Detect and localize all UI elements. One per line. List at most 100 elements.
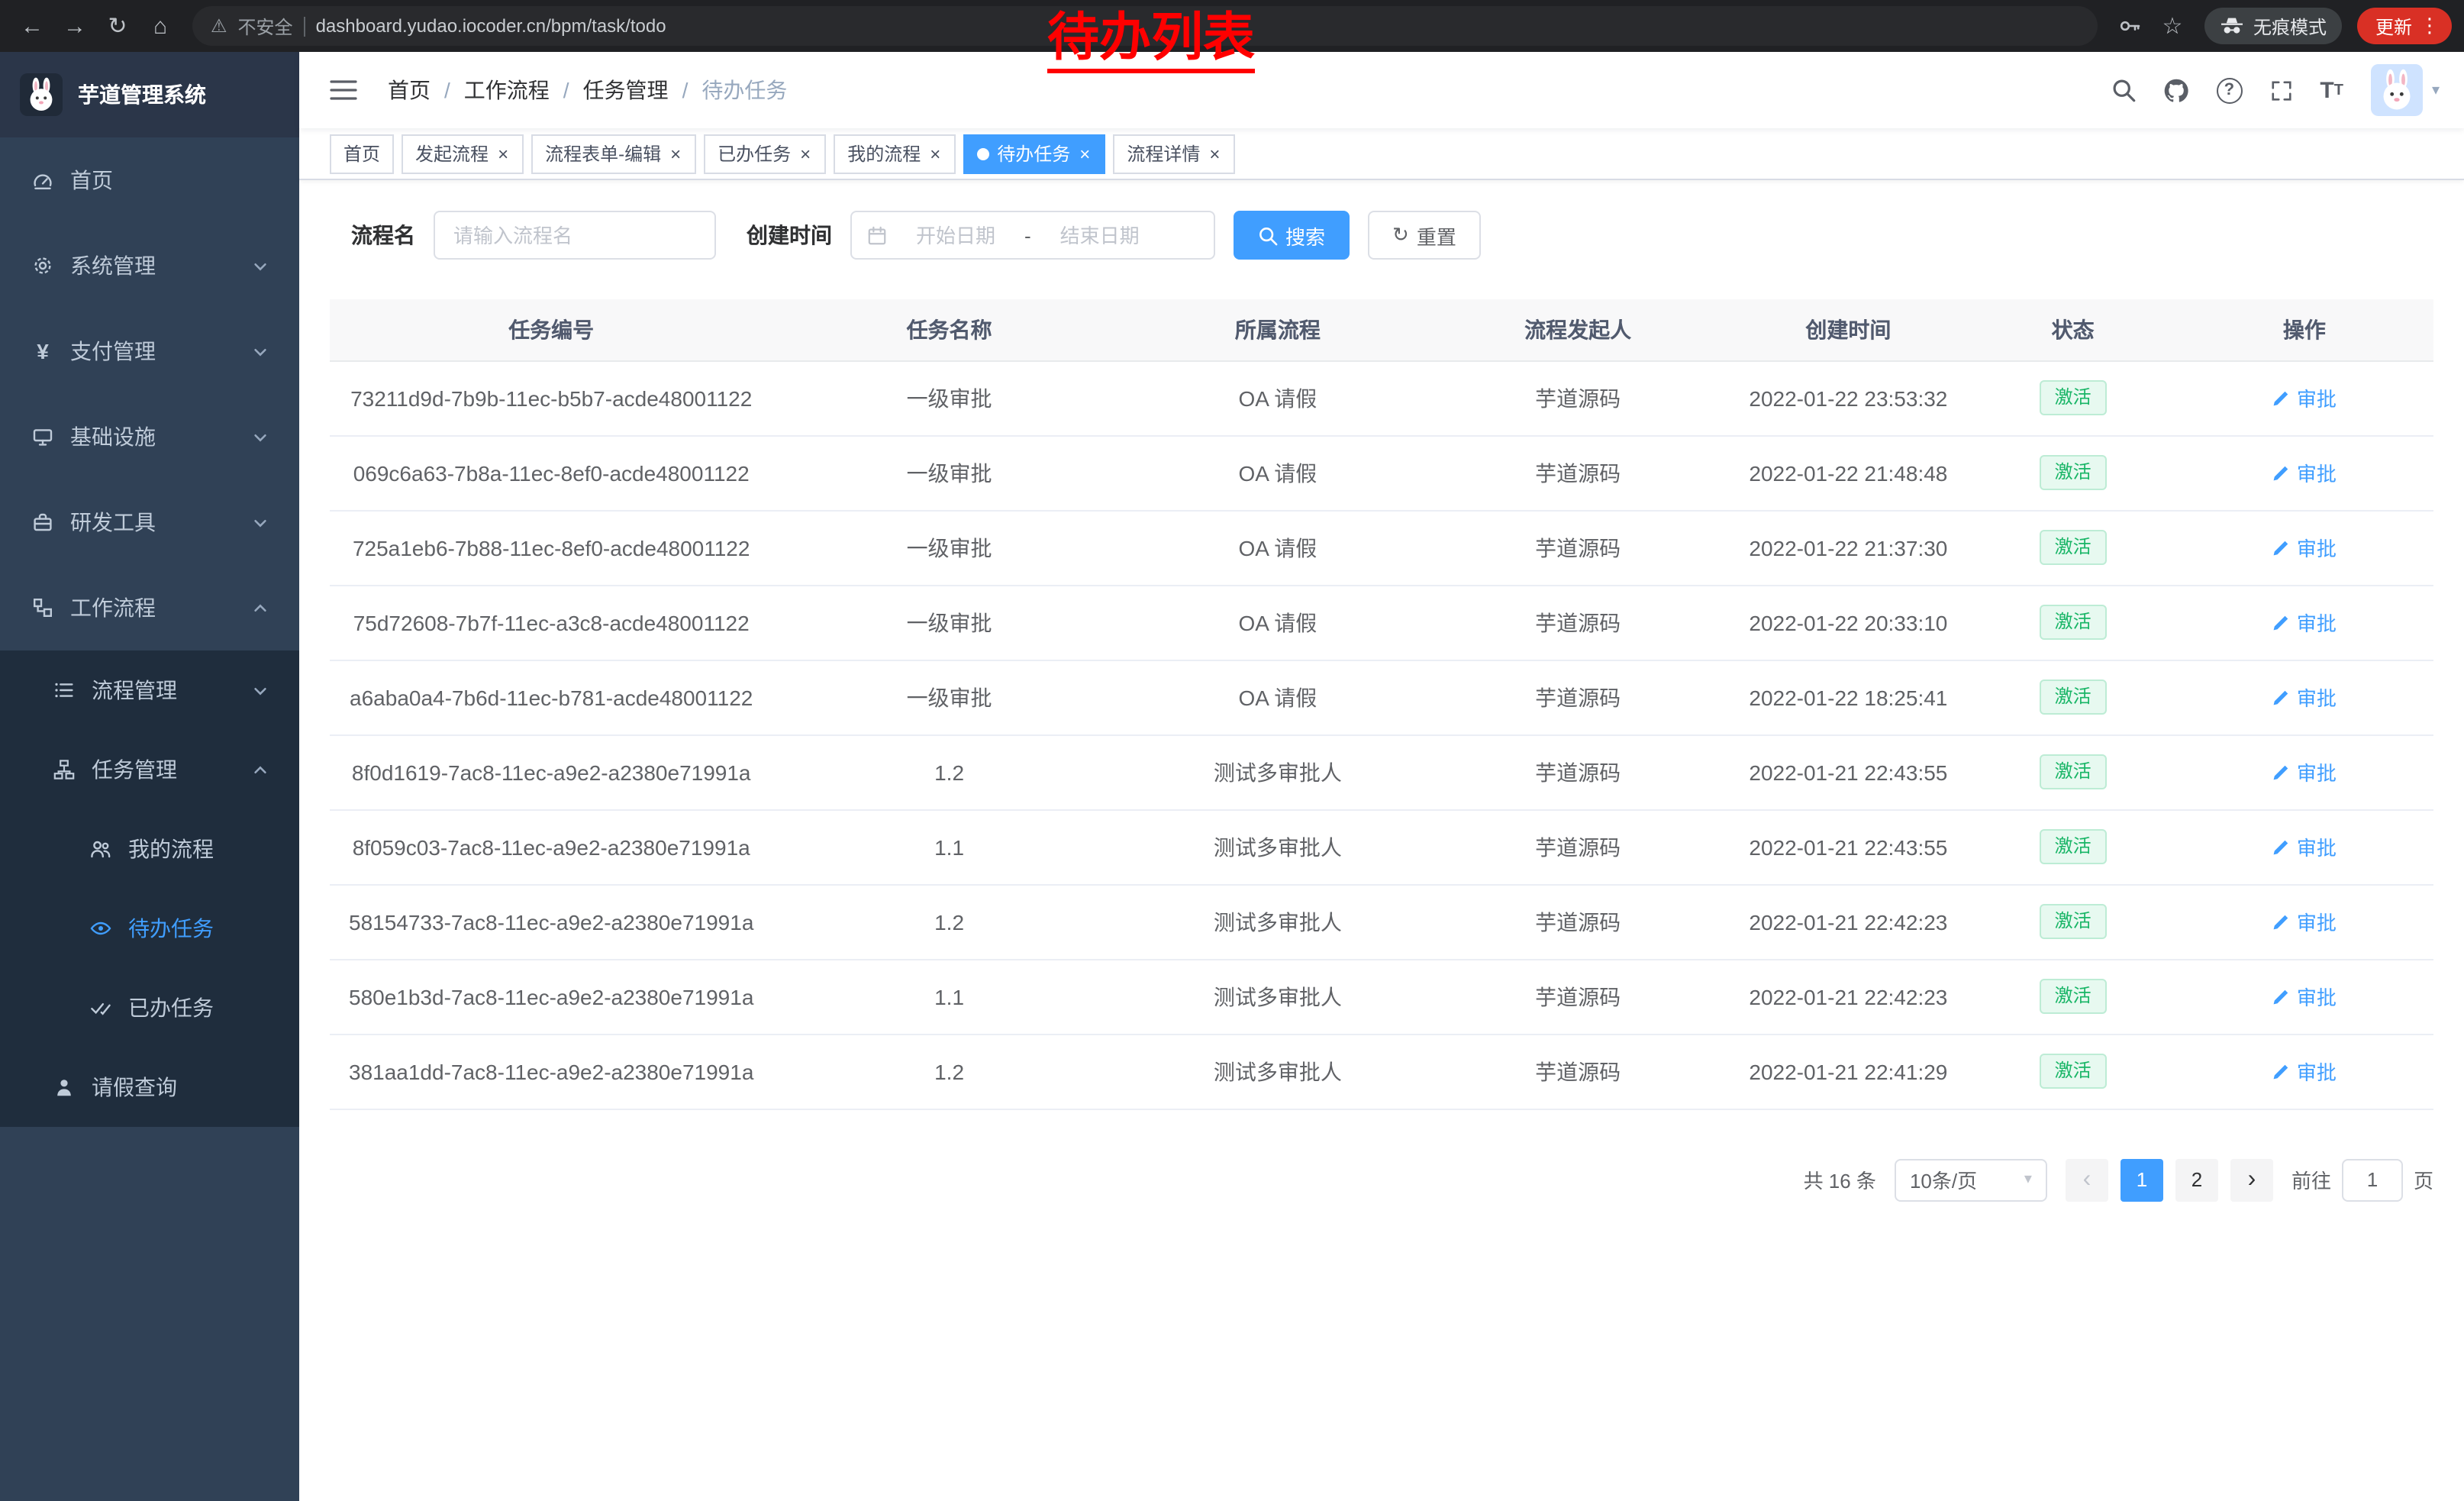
reset-button[interactable]: ↻ 重置 — [1368, 211, 1481, 260]
tab[interactable]: 我的流程 × — [834, 134, 956, 173]
main-area: 首页 / 工作流程 / 任务管理 / 待办任务 ? — [299, 52, 2464, 1501]
tab-close-icon[interactable]: × — [1208, 144, 1221, 163]
table-row: 75d72608-7b7f-11ec-a3c8-acde48001122 一级审… — [330, 585, 2433, 660]
app-logo[interactable]: 芋道管理系统 — [0, 52, 299, 137]
approve-link[interactable]: 审批 — [2272, 907, 2337, 936]
cell-status: 激活 — [1971, 435, 2175, 510]
cell-action: 审批 — [2175, 1034, 2433, 1109]
tab-close-icon[interactable]: × — [1078, 144, 1092, 163]
cell-action: 审批 — [2175, 360, 2433, 435]
sidebar-item-infrastructure[interactable]: 基础设施 — [0, 394, 299, 479]
process-name-input[interactable] — [434, 211, 716, 260]
sidebar-item-leave-query[interactable]: 请假查询 — [0, 1047, 299, 1127]
cell-action: 审批 — [2175, 660, 2433, 734]
breadcrumb-home[interactable]: 首页 — [388, 75, 431, 105]
cell-initiator: 芋道源码 — [1430, 1034, 1726, 1109]
tab[interactable]: 发起流程 × — [402, 134, 524, 173]
active-dot-icon — [977, 147, 989, 160]
cell-initiator: 芋道源码 — [1430, 959, 1726, 1034]
cell-created: 2022-01-21 22:42:23 — [1726, 959, 1970, 1034]
goto-unit: 页 — [2414, 1165, 2433, 1194]
approve-link[interactable]: 审批 — [2272, 383, 2337, 412]
sidebar-item-task-mgmt[interactable]: 任务管理 — [0, 730, 299, 809]
update-button[interactable]: 更新 ⋮ — [2357, 8, 2452, 44]
tab-close-icon[interactable]: × — [669, 144, 682, 163]
page-size-select[interactable]: 10条/页 ▾ — [1895, 1158, 2047, 1201]
approve-link[interactable]: 审批 — [2272, 757, 2337, 786]
cell-created: 2022-01-22 18:25:41 — [1726, 660, 1970, 734]
col-process: 所属流程 — [1126, 299, 1430, 360]
sidebar-item-home[interactable]: 首页 — [0, 137, 299, 223]
tab-close-icon[interactable]: × — [798, 144, 812, 163]
tab-close-icon[interactable]: × — [496, 144, 510, 163]
logo-rabbit-icon — [20, 73, 63, 116]
status-badge: 激活 — [2040, 903, 2107, 939]
sidebar-item-dev-tools[interactable]: 研发工具 — [0, 479, 299, 565]
tab[interactable]: 已办任务 × — [704, 134, 826, 173]
reload-icon[interactable]: ↻ — [98, 6, 137, 46]
fullscreen-icon[interactable] — [2269, 79, 2292, 102]
workflow-submenu: 流程管理 任务管理 — [0, 650, 299, 1127]
approve-link[interactable]: 审批 — [2272, 533, 2337, 562]
start-date-input[interactable] — [893, 224, 1018, 247]
approve-link[interactable]: 审批 — [2272, 458, 2337, 487]
tab[interactable]: 流程详情 × — [1113, 134, 1235, 173]
breadcrumb-current: 待办任务 — [701, 75, 787, 105]
tab[interactable]: 流程表单-编辑 × — [531, 134, 696, 173]
tab[interactable]: 待办任务 × — [963, 134, 1105, 173]
caret-down-icon: ▾ — [2024, 1171, 2032, 1188]
sidebar-item-todo-task[interactable]: 待办任务 — [0, 889, 299, 968]
help-icon[interactable]: ? — [2216, 77, 2242, 103]
sidebar-item-workflow[interactable]: 工作流程 — [0, 565, 299, 650]
cell-status: 激活 — [1971, 734, 2175, 809]
end-date-input[interactable] — [1037, 224, 1163, 247]
table-row: 069c6a63-7b8a-11ec-8ef0-acde48001122 一级审… — [330, 435, 2433, 510]
cell-task-name: 1.2 — [772, 1034, 1125, 1109]
breadcrumb-separator: / — [444, 78, 450, 102]
approve-link[interactable]: 审批 — [2272, 832, 2337, 861]
sidebar-item-system-mgmt[interactable]: 系统管理 — [0, 223, 299, 308]
github-icon[interactable] — [2162, 77, 2188, 103]
goto-page-input[interactable] — [2342, 1158, 2403, 1201]
cell-initiator: 芋道源码 — [1430, 360, 1726, 435]
breadcrumb-task-mgmt[interactable]: 任务管理 — [583, 75, 669, 105]
page-button-1[interactable]: 1 — [2121, 1158, 2163, 1201]
cell-initiator: 芋道源码 — [1430, 510, 1726, 585]
sidebar-item-done-task[interactable]: 已办任务 — [0, 968, 299, 1047]
cell-initiator: 芋道源码 — [1430, 884, 1726, 959]
back-icon[interactable]: ← — [12, 6, 52, 46]
tab-close-icon[interactable]: × — [928, 144, 942, 163]
filter-bar: 流程名 创建时间 - 搜索 — [330, 211, 2433, 260]
cell-task-id: a6aba0a4-7b6d-11ec-b781-acde48001122 — [330, 660, 772, 734]
key-icon[interactable] — [2110, 6, 2150, 46]
approve-link[interactable]: 审批 — [2272, 683, 2337, 712]
app-title: 芋道管理系统 — [78, 79, 206, 110]
url-text: dashboard.yudao.iocoder.cn/bpm/task/todo — [316, 15, 666, 37]
menu-label: 我的流程 — [128, 834, 214, 864]
tab-label: 我的流程 — [847, 140, 921, 166]
user-avatar-menu[interactable]: ▾ — [2371, 64, 2440, 116]
status-badge: 激活 — [2040, 754, 2107, 789]
breadcrumb-workflow[interactable]: 工作流程 — [464, 75, 550, 105]
not-secure-warning-icon: ⚠ — [211, 15, 227, 37]
bookmark-star-icon[interactable]: ☆ — [2153, 6, 2192, 46]
approve-link[interactable]: 审批 — [2272, 608, 2337, 637]
approve-link[interactable]: 审批 — [2272, 1057, 2337, 1086]
next-page-button[interactable]: › — [2230, 1158, 2273, 1201]
home-icon[interactable]: ⌂ — [140, 6, 180, 46]
sidebar-toggle-icon[interactable] — [324, 73, 363, 107]
font-size-icon[interactable]: TT — [2320, 77, 2343, 103]
forward-icon[interactable]: → — [55, 6, 95, 46]
tab[interactable]: 首页 — [330, 134, 394, 173]
cell-status: 激活 — [1971, 360, 2175, 435]
date-range-picker[interactable]: - — [850, 211, 1215, 260]
prev-page-button[interactable]: ‹ — [2066, 1158, 2108, 1201]
search-icon[interactable] — [2111, 78, 2135, 102]
search-button[interactable]: 搜索 — [1234, 211, 1350, 260]
approve-link[interactable]: 审批 — [2272, 982, 2337, 1011]
menu-dots-icon[interactable]: ⋮ — [2420, 14, 2440, 38]
page-button-2[interactable]: 2 — [2175, 1158, 2218, 1201]
sidebar-item-my-process[interactable]: 我的流程 — [0, 809, 299, 889]
sidebar-item-process-mgmt[interactable]: 流程管理 — [0, 650, 299, 730]
sidebar-item-payment-mgmt[interactable]: ¥ 支付管理 — [0, 308, 299, 394]
